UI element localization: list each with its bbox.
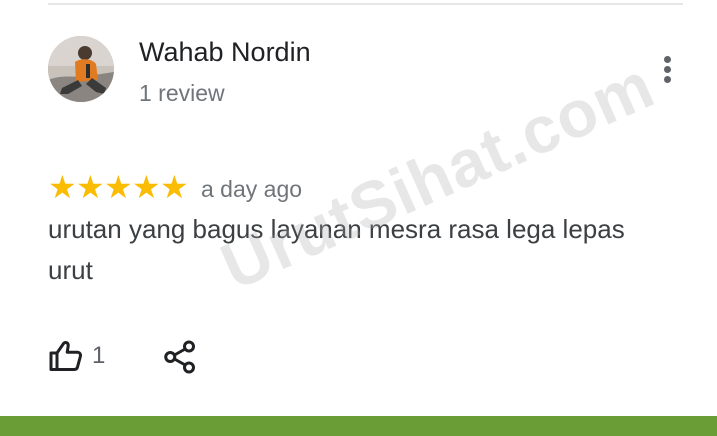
share-button[interactable] — [162, 339, 198, 375]
more-options-button[interactable] — [650, 48, 686, 88]
star-icon: ★ — [132, 168, 161, 206]
bottom-bar — [0, 416, 717, 436]
like-count: 1 — [92, 342, 106, 369]
star-icon: ★ — [160, 168, 189, 206]
star-icon: ★ — [104, 168, 133, 206]
star-icon: ★ — [48, 168, 77, 206]
review-count: 1 review — [139, 80, 225, 106]
top-divider — [48, 3, 683, 5]
star-icon: ★ — [76, 168, 105, 206]
avatar-photo — [48, 36, 114, 102]
thumb-up-icon — [49, 341, 83, 371]
like-button[interactable]: 1 — [48, 337, 105, 375]
reviewer-name[interactable]: Wahab Nordin — [139, 36, 311, 68]
star-rating: ★ ★ ★ ★ ★ — [48, 168, 189, 206]
avatar[interactable] — [48, 36, 114, 102]
share-icon — [164, 340, 195, 374]
review-time: a day ago — [201, 176, 303, 202]
